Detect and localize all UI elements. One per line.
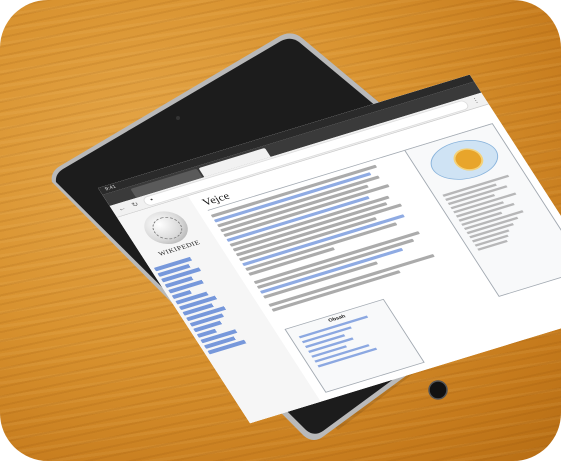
yolk (448, 145, 489, 174)
status-time: 9:41 (104, 184, 118, 192)
camera-icon (176, 116, 180, 120)
home-button-icon[interactable] (428, 380, 448, 400)
lock-icon: ● (148, 196, 155, 202)
menu-icon[interactable]: ⋮ (469, 96, 482, 106)
back-icon[interactable]: ← (115, 204, 128, 214)
photo: 9:41 ← ↻ ● ⋮ WIKIPEDIE Vejce Obsah (0, 0, 561, 461)
reload-icon[interactable]: ↻ (129, 200, 142, 210)
